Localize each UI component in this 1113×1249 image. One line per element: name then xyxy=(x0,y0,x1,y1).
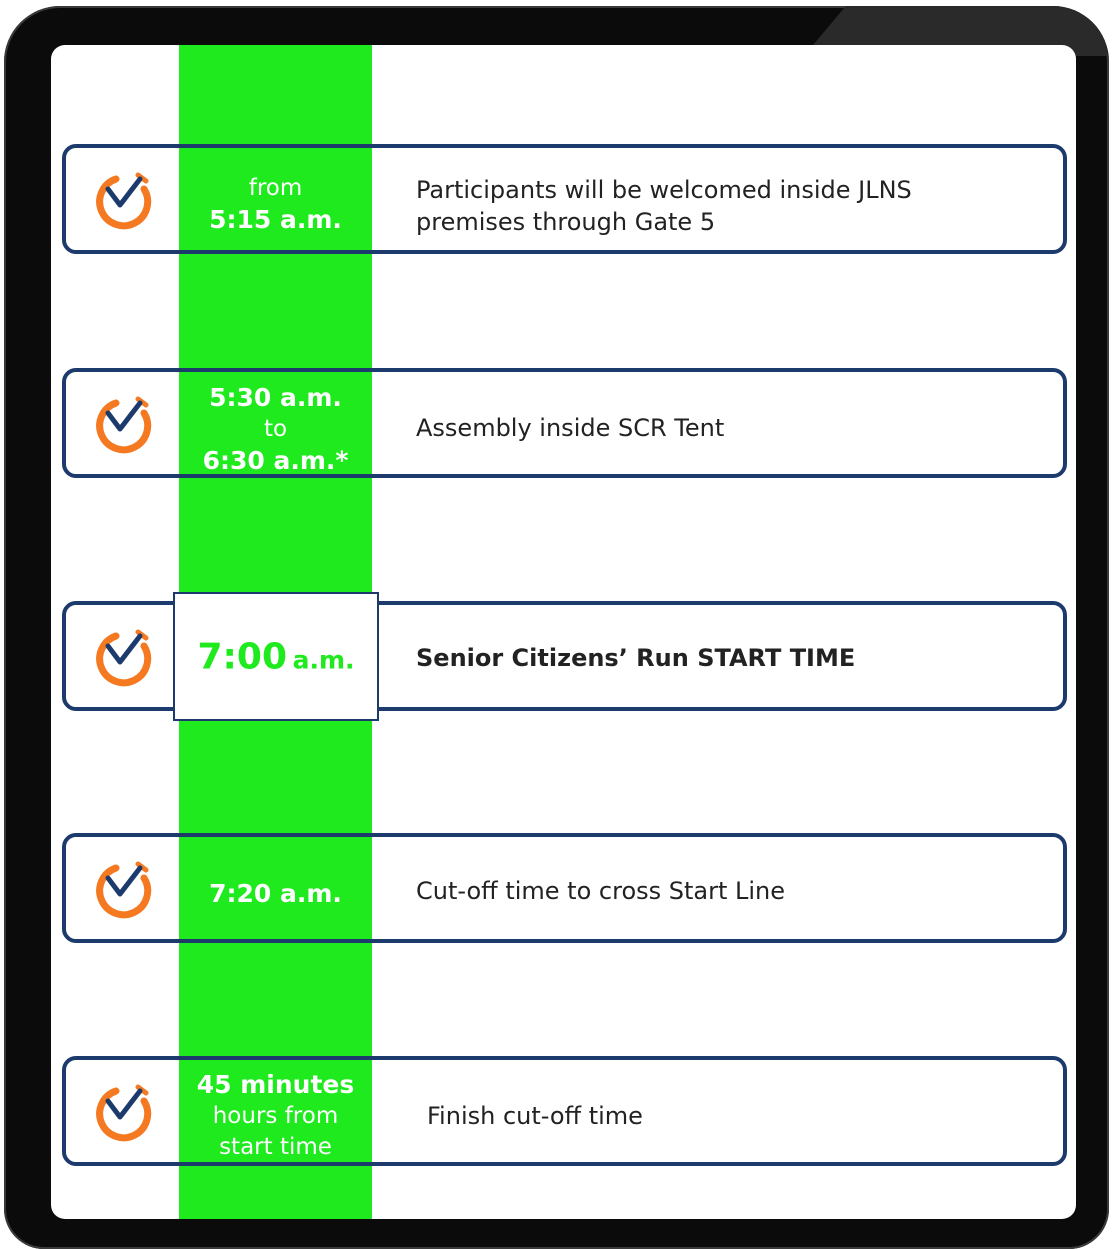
stopwatch-check-icon xyxy=(96,396,152,454)
stopwatch-check-icon xyxy=(96,861,152,919)
schedule-time-4: 7:20 a.m. xyxy=(179,878,372,910)
time-value: 7:20 a.m. xyxy=(209,879,342,908)
start-time-suffix: a.m. xyxy=(292,645,355,674)
schedule-time-1: from 5:15 a.m. xyxy=(179,173,372,236)
time-detail: start time xyxy=(219,1134,332,1160)
time-separator: to xyxy=(263,416,288,442)
start-time: 7:00 a.m. xyxy=(175,636,377,677)
time-prefix: from xyxy=(248,175,303,201)
schedule-description-3: Senior Citizens’ Run START TIME xyxy=(416,644,856,672)
stopwatch-check-icon xyxy=(96,629,152,687)
schedule-description-4: Cut-off time to cross Start Line xyxy=(416,877,786,905)
time-value: 5:15 a.m. xyxy=(209,205,342,234)
time-end: 6:30 a.m.* xyxy=(202,446,349,475)
tablet-screen: from 5:15 a.m. Participants will be welc… xyxy=(51,45,1076,1219)
schedule-description-5: Finish cut-off time xyxy=(427,1102,643,1130)
time-value: 45 minutes xyxy=(196,1070,355,1099)
start-time-highlight: 7:00 a.m. xyxy=(173,592,379,721)
time-detail: hours from xyxy=(212,1103,339,1129)
time-start: 5:30 a.m. xyxy=(209,383,342,412)
schedule-description-1: Participants will be welcomed inside JLN… xyxy=(416,174,912,238)
tablet-frame: from 5:15 a.m. Participants will be welc… xyxy=(4,6,1109,1249)
stopwatch-check-icon xyxy=(96,172,152,230)
stopwatch-check-icon xyxy=(96,1084,152,1142)
schedule-time-2: 5:30 a.m. to 6:30 a.m.* xyxy=(179,382,372,477)
schedule-description-2: Assembly inside SCR Tent xyxy=(416,414,725,442)
description-line: Participants will be welcomed inside JLN… xyxy=(416,176,912,204)
start-time-hour: 7:00 xyxy=(197,636,288,677)
description-line: premises through Gate 5 xyxy=(416,208,716,236)
schedule-time-5: 45 minutes hours from start time xyxy=(179,1069,372,1163)
